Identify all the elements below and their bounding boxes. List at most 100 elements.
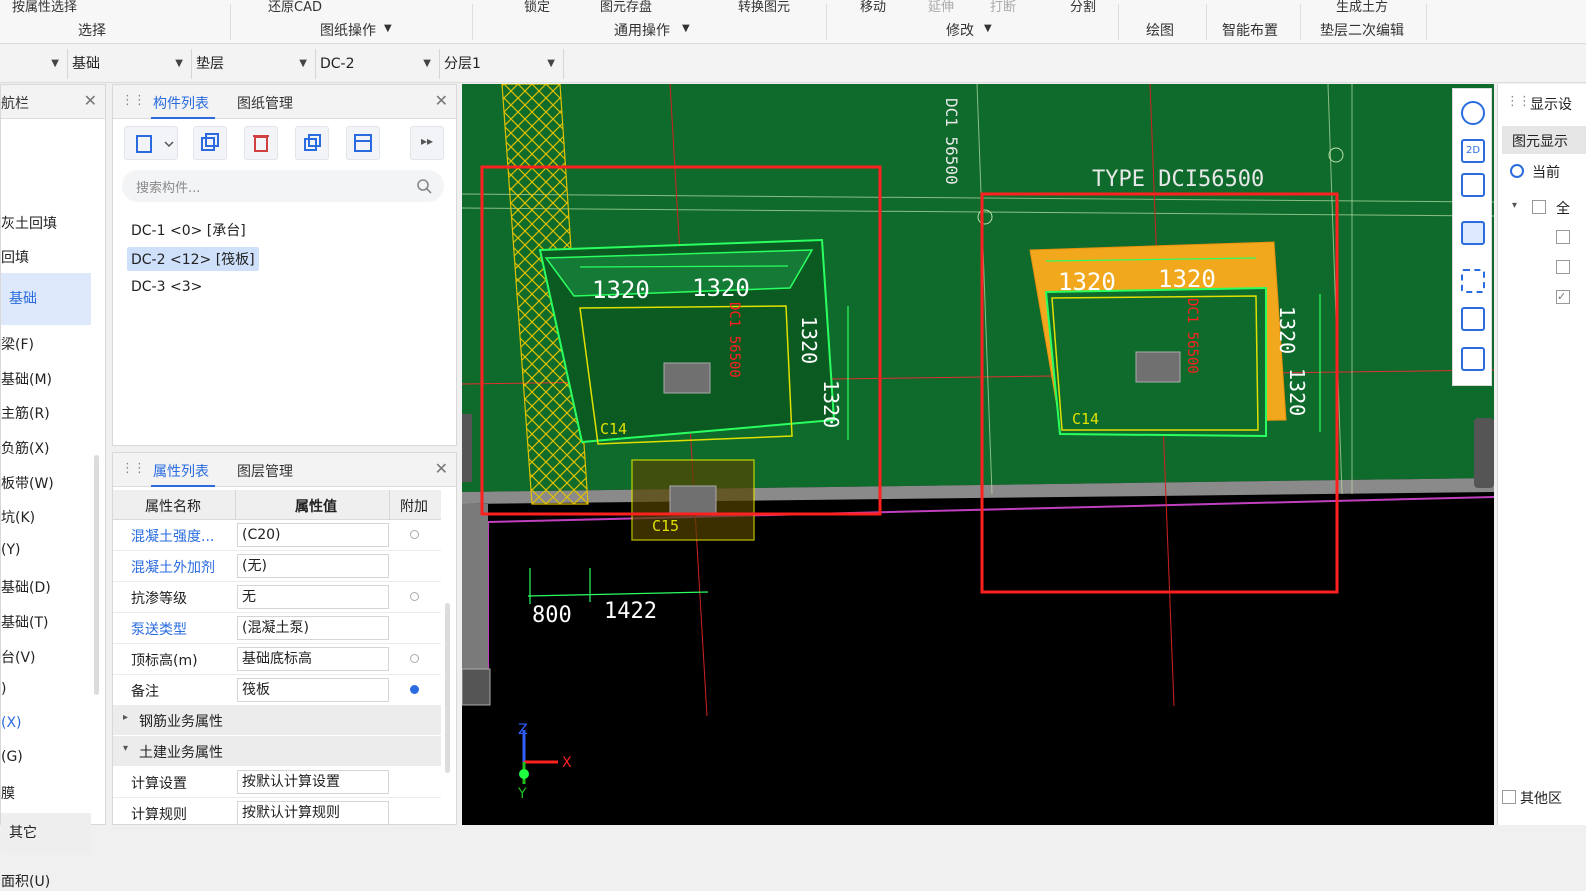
sidebar-item[interactable]: 其它 <box>1 813 91 853</box>
search-icon[interactable] <box>416 178 432 194</box>
select-by-attr-button[interactable]: 按属性选择 <box>12 0 77 15</box>
sidebar-item[interactable]: 台(V) <box>1 647 36 667</box>
break-button[interactable]: 打断 <box>990 0 1016 15</box>
sidebar-item[interactable]: 灰土回填 <box>1 213 57 233</box>
delete-button[interactable] <box>244 126 278 160</box>
sidebar-item[interactable]: (G) <box>1 749 23 765</box>
new-component-button[interactable] <box>124 126 178 160</box>
property-row[interactable]: 顶标高(m) 基础底标高 <box>113 644 441 675</box>
restore-cad-button[interactable]: 还原CAD <box>268 0 322 15</box>
extend-button[interactable]: 延伸 <box>928 0 954 15</box>
save-element-button[interactable]: 图元存盘 <box>600 0 652 15</box>
search-input[interactable]: 搜索构件... <box>122 170 444 202</box>
property-value-field[interactable]: 筏板 <box>237 678 389 702</box>
group-select[interactable]: 选择 <box>78 20 106 40</box>
property-value-field[interactable]: 按默认计算规则 <box>237 801 389 825</box>
property-row[interactable]: 抗渗等级 无 <box>113 582 441 613</box>
property-row[interactable]: 泵送类型 (混凝土泵) <box>113 613 441 644</box>
2d-view-icon[interactable]: 2D <box>1461 139 1485 163</box>
sidebar-item[interactable]: 基础 <box>1 273 91 325</box>
box-select-icon[interactable] <box>1461 307 1485 331</box>
property-value-field[interactable]: 无 <box>237 585 389 609</box>
property-value-field[interactable]: (C20) <box>237 523 389 547</box>
more-button[interactable]: ▸▸ <box>410 126 444 160</box>
duplicate-button[interactable] <box>295 126 329 160</box>
property-row[interactable]: 混凝土外加剂 (无) <box>113 551 441 582</box>
group-smart-layout[interactable]: 智能布置 <box>1222 20 1278 40</box>
tab-element-display[interactable]: 图元显示 <box>1502 126 1586 154</box>
cad-canvas[interactable]: 1320 1320 1320 1320 C14 DC1 56500 C15 13… <box>462 84 1494 825</box>
sidebar-item[interactable]: (X) <box>1 715 22 731</box>
tab-component-list[interactable]: 构件列表 <box>153 93 209 113</box>
property-row[interactable]: 备注 筏板 <box>113 675 441 706</box>
gen-earthwork-button[interactable]: 生成土方 <box>1336 0 1388 15</box>
scrollbar[interactable] <box>94 455 99 695</box>
copy-button[interactable] <box>193 126 227 160</box>
group-rebar-props[interactable]: ▸ 钢筋业务属性 <box>113 705 441 735</box>
sidebar-item[interactable]: 面积(U) <box>1 871 50 891</box>
fit-view-icon[interactable] <box>1461 269 1485 293</box>
sidebar-item[interactable]: ) <box>1 681 6 697</box>
sidebar-item[interactable]: 基础(D) <box>1 577 51 597</box>
sidebar-item[interactable]: 膜 <box>1 783 15 803</box>
chevron-down-icon[interactable]: ▼ <box>682 23 690 34</box>
move-button[interactable]: 移动 <box>860 0 886 15</box>
column-block[interactable] <box>663 362 711 394</box>
sidebar-item[interactable]: 基础(M) <box>1 369 52 389</box>
drag-handle-icon[interactable]: ⋮⋮ <box>121 93 146 108</box>
property-value-field[interactable]: (无) <box>237 554 389 578</box>
property-name[interactable]: 混凝土外加剂 <box>131 557 215 577</box>
drag-handle-icon[interactable]: ⋮⋮ <box>121 461 146 476</box>
checkbox-checked[interactable]: ✓ <box>1556 290 1570 304</box>
3d-view-icon[interactable] <box>1461 173 1485 197</box>
close-icon[interactable]: ✕ <box>435 459 448 478</box>
checkbox[interactable] <box>1556 260 1570 274</box>
collapse-right-handle[interactable] <box>1474 418 1494 488</box>
property-name[interactable]: 泵送类型 <box>131 619 187 639</box>
close-icon[interactable]: ✕ <box>435 91 448 110</box>
column-block[interactable] <box>462 668 491 706</box>
radio-current-floor[interactable] <box>1510 164 1524 178</box>
floor-select[interactable]: ▼ <box>0 49 68 79</box>
chevron-down-icon[interactable]: ▼ <box>384 23 392 34</box>
property-value-field[interactable]: 基础底标高 <box>237 647 389 671</box>
property-row[interactable]: 计算规则 按默认计算规则 <box>113 798 441 829</box>
sidebar-item[interactable]: (Y) <box>1 542 20 558</box>
tab-drawing-manager[interactable]: 图纸管理 <box>237 93 293 113</box>
component-item[interactable]: DC-3 <3> <box>127 277 206 297</box>
checkbox-all[interactable] <box>1532 200 1546 214</box>
sidebar-item[interactable]: 板带(W) <box>1 473 54 493</box>
sidebar-item[interactable]: 坑(K) <box>1 507 35 527</box>
group-civil-props[interactable]: ▾ 土建业务属性 <box>113 736 441 766</box>
scrollbar[interactable] <box>445 603 450 773</box>
sidebar-item[interactable]: 回填 <box>1 247 29 267</box>
orbit-icon[interactable] <box>1461 101 1485 125</box>
tab-layer-manager[interactable]: 图层管理 <box>237 461 293 481</box>
column-block[interactable] <box>1135 351 1181 383</box>
sidebar-item[interactable]: 梁(F) <box>1 334 34 354</box>
group-modify[interactable]: 修改 <box>946 20 974 40</box>
sidebar-item[interactable]: 基础(T) <box>1 612 48 632</box>
group-cushion-edit[interactable]: 垫层二次编辑 <box>1320 20 1404 40</box>
property-name[interactable]: 混凝土强度... <box>131 526 214 546</box>
property-row[interactable]: 混凝土强度... (C20) <box>113 520 441 551</box>
checkbox[interactable] <box>1556 230 1570 244</box>
property-row[interactable]: 计算设置 按默认计算设置 <box>113 767 441 798</box>
property-value-field[interactable]: 按默认计算设置 <box>237 770 389 794</box>
lock-button[interactable]: 锁定 <box>524 0 550 15</box>
group-common-ops[interactable]: 通用操作 <box>614 20 670 40</box>
collapse-left-handle[interactable] <box>462 414 472 482</box>
attached-dot-off[interactable] <box>410 530 419 539</box>
tab-property-list[interactable]: 属性列表 <box>153 461 209 481</box>
sidebar-item[interactable]: 负筋(X) <box>1 438 50 458</box>
component-select[interactable]: DC-2 ▼ <box>316 49 440 79</box>
type-select[interactable]: 垫层 ▼ <box>192 49 316 79</box>
category-select[interactable]: 基础 ▼ <box>68 49 192 79</box>
solid-view-icon[interactable] <box>1461 221 1485 245</box>
chevron-down-icon[interactable]: ▼ <box>984 23 992 34</box>
column-block[interactable] <box>669 485 717 515</box>
attached-dot-off[interactable] <box>410 592 419 601</box>
drag-handle-icon[interactable]: ⋮⋮ <box>1506 94 1531 109</box>
group-drawing-ops[interactable]: 图纸操作 <box>320 20 376 40</box>
convert-element-button[interactable]: 转换图元 <box>738 0 790 15</box>
